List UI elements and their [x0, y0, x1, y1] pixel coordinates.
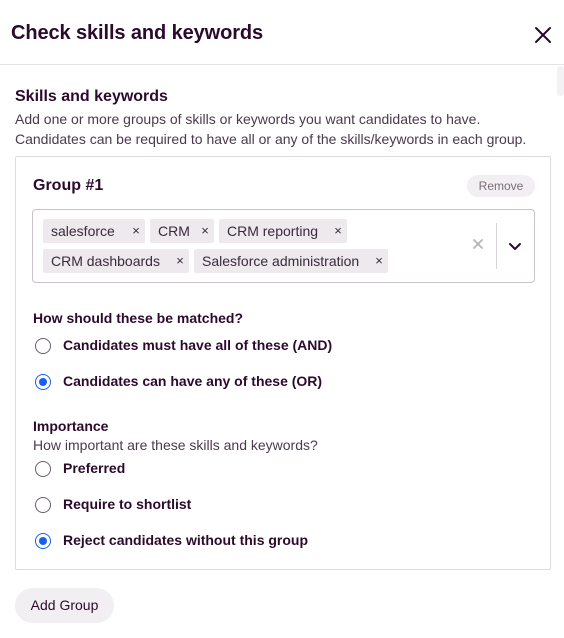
radio-match-and[interactable]: Candidates must have all of these (AND) [35, 334, 355, 358]
tag-remove-icon[interactable]: × [171, 249, 189, 273]
add-group-button[interactable]: Add Group [15, 588, 114, 623]
tag-remove-icon[interactable]: × [370, 249, 388, 273]
radio-button[interactable] [35, 497, 51, 513]
remove-group-button[interactable]: Remove [467, 175, 535, 197]
radio-importance-reject[interactable]: Reject candidates without this group [35, 529, 355, 553]
match-question: How should these be matched? [33, 310, 244, 326]
radio-label: Preferred [63, 460, 126, 476]
tag-label: salesforce [51, 223, 115, 239]
tag-label: CRM dashboards [51, 253, 160, 269]
tag-label: CRM [158, 223, 190, 239]
radio-button[interactable] [35, 533, 51, 549]
radio-label: Candidates must have all of these (AND) [63, 337, 333, 353]
radio-label: Candidates can have any of these (OR) [63, 373, 323, 389]
clear-icon [473, 239, 483, 249]
importance-title: Importance [33, 418, 109, 434]
group-card: Group #1 Remove salesforce × CRM × CRM r… [15, 156, 551, 570]
tag-label: CRM reporting [227, 223, 319, 239]
close-icon [535, 27, 551, 43]
tag-chip: CRM reporting × [219, 219, 347, 243]
group-title: Group #1 [33, 177, 104, 194]
radio-importance-preferred[interactable]: Preferred [35, 457, 355, 481]
clear-all-button[interactable] [471, 237, 485, 251]
tag-chip: CRM × [150, 219, 214, 243]
section-title: Skills and keywords [15, 88, 168, 105]
section-description: Add one or more groups of skills or keyw… [15, 111, 527, 147]
scrollbar-thumb[interactable] [557, 66, 564, 96]
tag-remove-icon[interactable]: × [329, 219, 347, 243]
dialog-title: Check skills and keywords [11, 22, 264, 44]
close-button[interactable] [530, 22, 556, 48]
radio-label: Reject candidates without this group [63, 532, 309, 548]
dialog-header: Check skills and keywords [0, 0, 564, 65]
radio-button[interactable] [35, 374, 51, 390]
tag-chip: Salesforce administration × [194, 249, 388, 273]
importance-subtitle: How important are these skills and keywo… [33, 437, 318, 453]
tag-label: Salesforce administration [202, 253, 360, 269]
dropdown-toggle[interactable] [503, 237, 527, 257]
radio-button[interactable] [35, 461, 51, 477]
tag-chip: CRM dashboards × [43, 249, 189, 273]
radio-button[interactable] [35, 338, 51, 354]
radio-importance-shortlist[interactable]: Require to shortlist [35, 493, 355, 517]
divider [496, 223, 497, 269]
tag-chip: salesforce × [43, 219, 145, 243]
tag-input[interactable]: salesforce × CRM × CRM reporting × CRM d… [32, 209, 535, 283]
tag-remove-icon[interactable]: × [196, 219, 214, 243]
chevron-down-icon [509, 243, 521, 250]
radio-label: Require to shortlist [63, 496, 192, 512]
tag-remove-icon[interactable]: × [127, 219, 145, 243]
radio-match-or[interactable]: Candidates can have any of these (OR) [35, 370, 355, 394]
